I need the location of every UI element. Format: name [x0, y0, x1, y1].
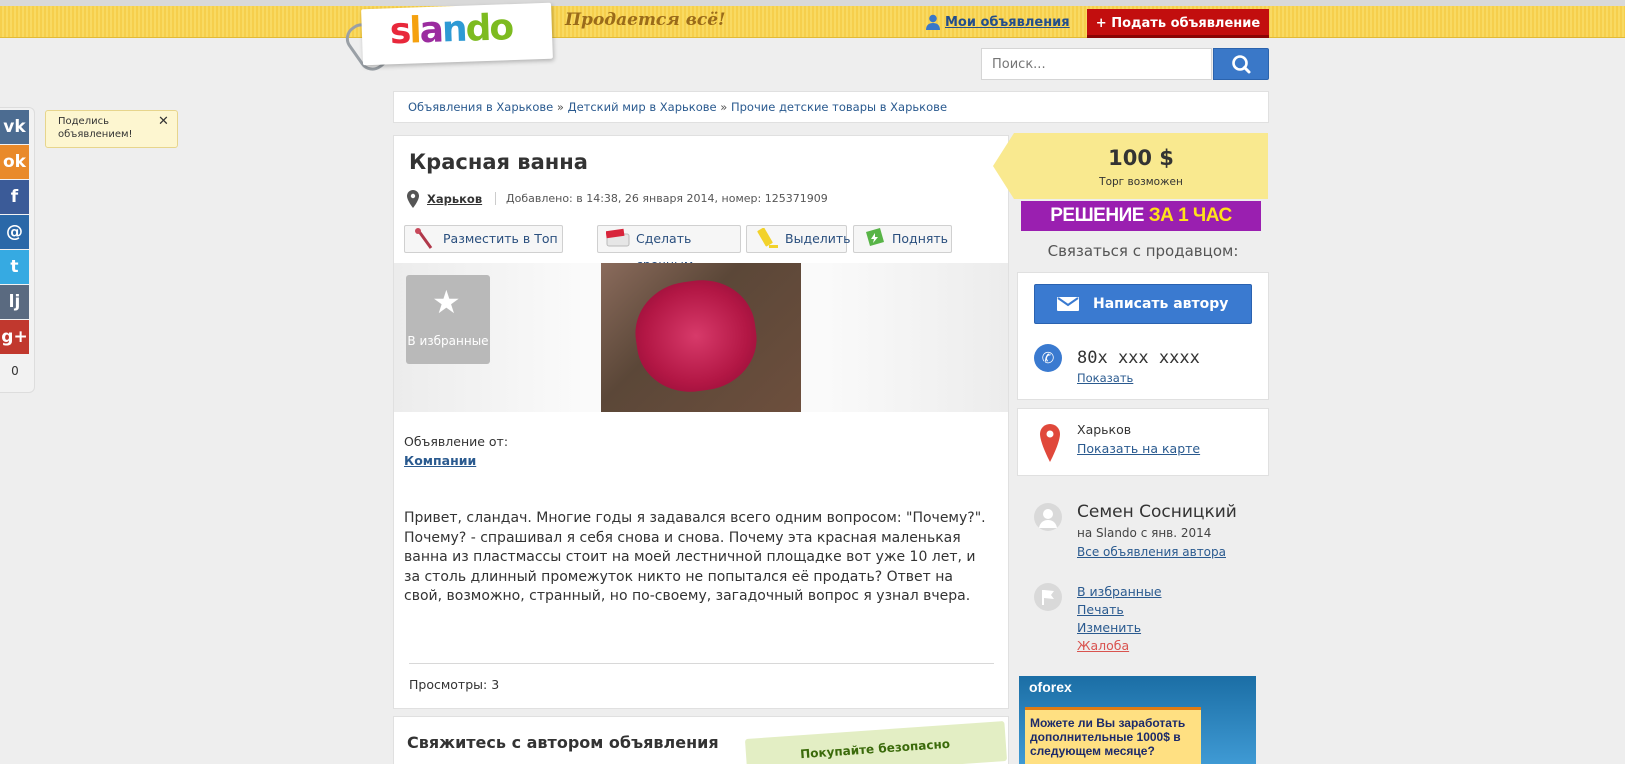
- close-icon[interactable]: ✕: [158, 114, 169, 129]
- views-value: 3: [491, 677, 500, 692]
- bump-up-button[interactable]: Поднять: [853, 225, 952, 253]
- contact-author-title: Свяжитесь с автором объявления: [407, 733, 719, 752]
- phone-icon: ✆: [1034, 344, 1062, 372]
- price: 100 $: [1108, 146, 1174, 170]
- print-link[interactable]: Печать: [1077, 602, 1124, 617]
- search-icon: [1232, 55, 1251, 74]
- envelope-icon: [1057, 297, 1079, 311]
- all-author-ads-link[interactable]: Все объявления автора: [1077, 545, 1226, 559]
- ad-description: Привет, сландач. Многие годы я задавался…: [404, 510, 986, 605]
- breadcrumb-separator: »: [716, 100, 731, 114]
- logo-text: slando: [389, 7, 513, 53]
- promo-button-label: Выделить: [785, 231, 851, 246]
- livejournal-icon[interactable]: lj: [0, 285, 29, 319]
- star-icon: ★: [432, 283, 461, 321]
- banner-text-b: ЗА 1 ЧАС: [1148, 205, 1233, 226]
- advert-logo: oforex: [1029, 679, 1072, 695]
- promo-button-label: Поднять: [892, 231, 949, 246]
- banner-text-a: РЕШЕНИЕ: [1050, 205, 1144, 226]
- google-plus-icon[interactable]: g+: [0, 320, 29, 354]
- slando-logo[interactable]: slando: [361, 2, 553, 66]
- ad-photo[interactable]: [601, 263, 801, 412]
- bargain-note: Торг возможен: [1099, 176, 1183, 188]
- contact-seller-heading: Связаться с продавцом:: [1047, 242, 1239, 260]
- user-icon: [926, 14, 940, 30]
- show-phone-link[interactable]: Показать: [1077, 371, 1133, 385]
- complaint-link[interactable]: Жалоба: [1077, 638, 1129, 653]
- advert-text: Можете ли Вы заработать дополнительные 1…: [1030, 716, 1186, 758]
- my-ads-link[interactable]: Мои объявления: [945, 15, 1070, 30]
- ad-from-label: Объявление от:: [404, 434, 509, 449]
- place-in-top-button[interactable]: Разместить в Топ: [404, 225, 563, 253]
- ad-card: [393, 135, 1009, 709]
- flag-icon: [1034, 583, 1062, 611]
- seller-name: Семен Сосницкий: [1077, 502, 1237, 522]
- map-pin-icon: [1040, 424, 1060, 462]
- solution-banner[interactable]: РЕШЕНИЕ ЗА 1 ЧАС: [1021, 201, 1261, 231]
- facebook-icon[interactable]: f: [0, 180, 29, 214]
- odnoklassniki-icon[interactable]: ok: [0, 145, 29, 179]
- ad-title: Красная ванна: [409, 150, 588, 174]
- ad-added-info: Добавлено: в 14:38, 26 января 2014, номе…: [495, 192, 828, 205]
- pin-top-icon: [415, 228, 433, 249]
- tagline: Продается всё!: [565, 10, 726, 30]
- seller-avatar-icon: [1034, 503, 1062, 531]
- top-header-bar: [0, 0, 1625, 38]
- breadcrumb-item[interactable]: Прочие детские товары в Харькове: [731, 100, 947, 114]
- ad-city-link[interactable]: Харьков: [427, 192, 482, 206]
- price-tag-notch: [993, 133, 1014, 199]
- red-tub-image: [628, 273, 764, 399]
- marker-icon: [757, 228, 778, 248]
- views-count: Просмотры: 3: [409, 677, 499, 692]
- location-pin-icon: [407, 190, 419, 208]
- seller-since: на Slando с янв. 2014: [1077, 526, 1212, 540]
- favorites-label: В избранные: [407, 334, 489, 348]
- views-label: Просмотры:: [409, 677, 488, 692]
- phone-number: 80x xxx xxxx: [1077, 348, 1200, 368]
- make-urgent-button[interactable]: Сделать срочным: [597, 225, 741, 272]
- location-city: Харьков: [1077, 422, 1132, 437]
- search-button[interactable]: [1213, 48, 1269, 80]
- show-on-map-link[interactable]: Показать на карте: [1077, 441, 1200, 456]
- mail-icon[interactable]: @: [0, 215, 29, 249]
- share-count: 0: [11, 364, 19, 378]
- vk-icon[interactable]: vk: [0, 110, 29, 144]
- add-to-favorites-link[interactable]: В избранные: [1077, 584, 1162, 599]
- add-to-favorites-button[interactable]: ★ В избранные: [406, 275, 490, 364]
- breadcrumb-separator: »: [553, 100, 568, 114]
- edit-link[interactable]: Изменить: [1077, 620, 1141, 635]
- twitter-icon[interactable]: t: [0, 250, 29, 284]
- breadcrumb-item[interactable]: Объявления в Харькове: [408, 100, 553, 114]
- search-input[interactable]: [981, 48, 1212, 80]
- share-sidebar: vk ok f @ t lj g+ 0: [0, 107, 35, 393]
- highlight-button[interactable]: Выделить: [746, 225, 851, 253]
- divider: [409, 663, 994, 664]
- promo-button-label: Разместить в Топ: [443, 231, 558, 246]
- ad-from-value[interactable]: Компании: [404, 453, 476, 468]
- urgent-icon: [606, 228, 630, 247]
- post-ad-button[interactable]: + Подать объявление: [1087, 9, 1269, 38]
- breadcrumb: Объявления в Харькове » Детский мир в Ха…: [393, 91, 1269, 123]
- breadcrumb-item[interactable]: Детский мир в Харькове: [568, 100, 717, 114]
- up-arrow-icon: [866, 228, 884, 246]
